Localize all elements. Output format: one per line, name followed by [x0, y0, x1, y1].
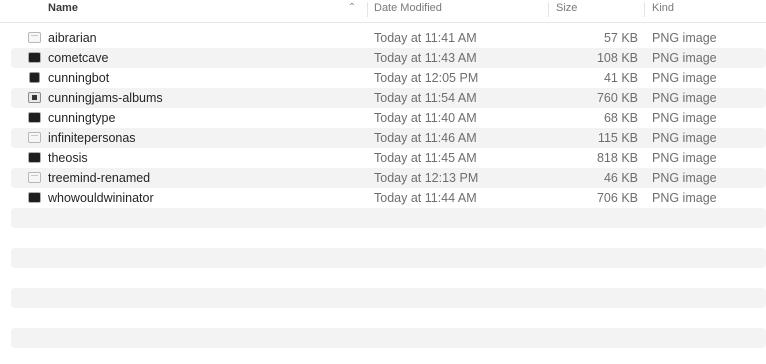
file-row[interactable]: whowouldwininator Today at 11:44 AM 706 …: [11, 188, 766, 208]
file-size: 115 KB: [597, 131, 638, 145]
file-size: 68 KB: [603, 111, 638, 125]
column-header-bar: Name ⌃ Date Modified Size Kind: [0, 0, 766, 23]
file-kind: PNG image: [652, 51, 717, 65]
empty-row: [11, 328, 766, 348]
file-name: cometcave: [48, 51, 109, 65]
image-thumbnail-light-icon: [28, 132, 41, 143]
empty-row: [11, 288, 766, 308]
file-row[interactable]: infinitepersonas Today at 11:46 AM 115 K…: [11, 128, 766, 148]
file-row[interactable]: cunningjams-albums Today at 11:54 AM 760…: [11, 88, 766, 108]
sort-ascending-icon[interactable]: ⌃: [346, 2, 358, 14]
file-size: 706 KB: [596, 191, 638, 205]
file-row[interactable]: theosis Today at 11:45 AM 818 KB PNG ima…: [11, 148, 766, 168]
file-size: 760 KB: [596, 91, 638, 105]
file-name: treemind-renamed: [48, 171, 151, 185]
column-header-size[interactable]: Size: [556, 0, 577, 22]
file-kind: PNG image: [652, 71, 717, 85]
image-thumbnail-dark-icon: [28, 152, 41, 163]
image-thumbnail-light-icon: [28, 32, 41, 43]
empty-row: [11, 308, 766, 328]
file-row[interactable]: cometcave Today at 11:43 AM 108 KB PNG i…: [11, 48, 766, 68]
file-name: whowouldwininator: [48, 191, 154, 205]
file-row[interactable]: cunningbot Today at 12:05 PM 41 KB PNG i…: [11, 68, 766, 88]
image-thumbnail-icon: [28, 92, 41, 103]
file-date-modified: Today at 11:46 AM: [374, 131, 477, 145]
empty-row: [11, 208, 766, 228]
file-kind: PNG image: [652, 111, 717, 125]
file-name: theosis: [48, 151, 88, 165]
image-thumbnail-dark-icon: [28, 52, 41, 63]
image-thumbnail-dark-icon: [29, 72, 40, 83]
file-row[interactable]: treemind-renamed Today at 12:13 PM 46 KB…: [11, 168, 766, 188]
file-kind: PNG image: [652, 91, 717, 105]
file-name: cunningbot: [48, 71, 110, 85]
file-name: cunningjams-albums: [48, 91, 163, 105]
column-divider[interactable]: [644, 2, 645, 17]
file-kind: PNG image: [652, 151, 717, 165]
empty-row: [11, 268, 766, 288]
file-kind: PNG image: [652, 191, 717, 205]
empty-row: [11, 248, 766, 268]
file-size: 108 KB: [596, 51, 638, 65]
file-date-modified: Today at 11:43 AM: [374, 51, 477, 65]
file-name: cunningtype: [48, 111, 116, 125]
image-thumbnail-dark-icon: [28, 192, 41, 203]
file-size: 57 KB: [603, 31, 638, 45]
file-date-modified: Today at 11:40 AM: [374, 111, 477, 125]
column-header-name[interactable]: Name: [48, 0, 358, 22]
file-size: 41 KB: [603, 71, 638, 85]
file-date-modified: Today at 11:45 AM: [374, 151, 477, 165]
file-size: 818 KB: [596, 151, 638, 165]
file-date-modified: Today at 12:05 PM: [374, 71, 479, 85]
column-header-date-modified[interactable]: Date Modified: [374, 0, 442, 22]
file-name: aibrarian: [48, 31, 97, 45]
empty-row: [11, 228, 766, 248]
file-kind: PNG image: [652, 171, 717, 185]
file-list: aibrarian Today at 11:41 AM 57 KB PNG im…: [11, 28, 766, 348]
file-size: 46 KB: [603, 171, 638, 185]
image-thumbnail-dark-icon: [28, 112, 41, 123]
column-divider[interactable]: [367, 2, 368, 17]
file-kind: PNG image: [652, 131, 717, 145]
file-row[interactable]: aibrarian Today at 11:41 AM 57 KB PNG im…: [11, 28, 766, 48]
image-thumbnail-light-icon: [28, 172, 41, 183]
file-kind: PNG image: [652, 31, 717, 45]
column-header-kind[interactable]: Kind: [652, 0, 674, 22]
file-date-modified: Today at 11:54 AM: [374, 91, 477, 105]
file-name: infinitepersonas: [48, 131, 136, 145]
file-date-modified: Today at 11:44 AM: [374, 191, 477, 205]
column-divider[interactable]: [548, 2, 549, 17]
file-date-modified: Today at 12:13 PM: [374, 171, 479, 185]
file-date-modified: Today at 11:41 AM: [374, 31, 477, 45]
file-row[interactable]: cunningtype Today at 11:40 AM 68 KB PNG …: [11, 108, 766, 128]
